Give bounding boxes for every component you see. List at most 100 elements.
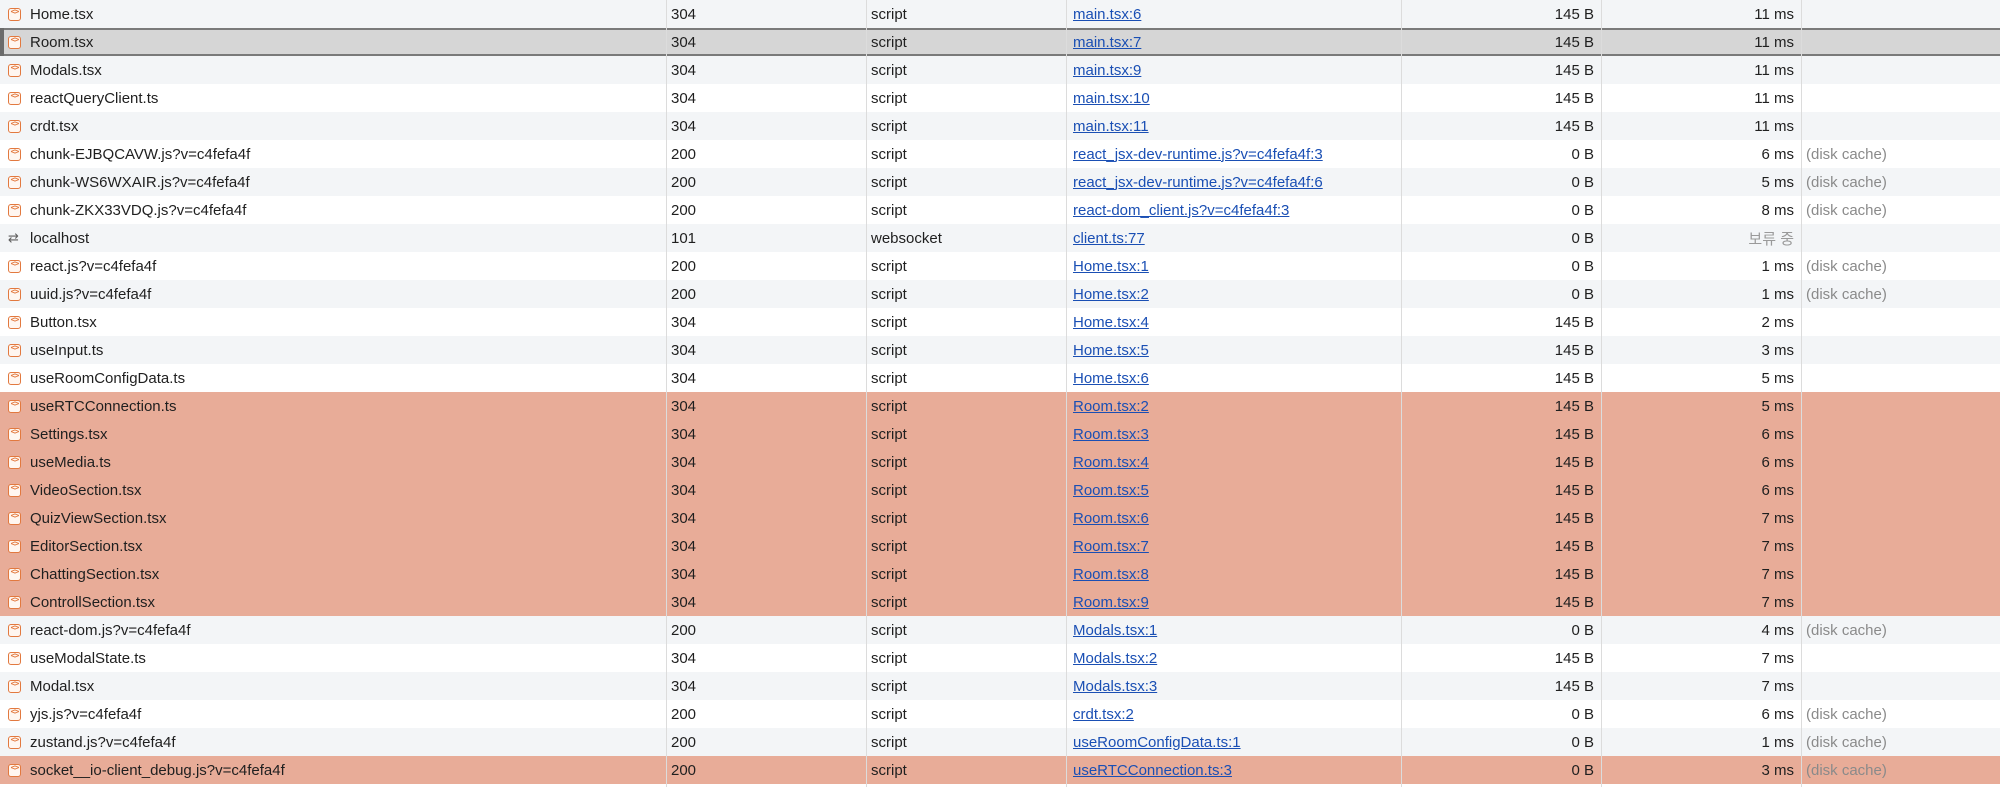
name-cell[interactable]: ChattingSection.tsx <box>0 560 665 588</box>
type-cell: script <box>867 168 1065 196</box>
request-row[interactable]: chunk-ZKX33VDQ.js?v=c4fefa4f 200 script … <box>0 196 2000 224</box>
name-cell[interactable]: QuizViewSection.tsx <box>0 504 665 532</box>
request-row[interactable]: Home.tsx 304 script main.tsx:6 145 B 11 … <box>0 0 2000 28</box>
request-row[interactable]: crdt.tsx 304 script main.tsx:11 145 B 11… <box>0 112 2000 140</box>
cache-cell <box>1802 448 2000 476</box>
name-cell[interactable]: Settings.tsx <box>0 420 665 448</box>
request-row[interactable]: chunk-EJBQCAVW.js?v=c4fefa4f 200 script … <box>0 140 2000 168</box>
column-divider[interactable] <box>866 0 867 787</box>
request-row[interactable]: uuid.js?v=c4fefa4f 200 script Home.tsx:2… <box>0 280 2000 308</box>
request-row[interactable]: chunk-WS6WXAIR.js?v=c4fefa4f 200 script … <box>0 168 2000 196</box>
name-cell[interactable]: EditorSection.tsx <box>0 532 665 560</box>
name-cell[interactable]: Modal.tsx <box>0 672 665 700</box>
initiator-link[interactable]: Room.tsx:6 <box>1073 510 1149 527</box>
initiator-link[interactable]: Home.tsx:5 <box>1073 342 1149 359</box>
transfer-size: 145 B <box>1554 649 1594 667</box>
initiator-link[interactable]: react_jsx-dev-runtime.js?v=c4fefa4f:6 <box>1073 174 1323 191</box>
name-cell[interactable]: react-dom.js?v=c4fefa4f <box>0 616 665 644</box>
request-row[interactable]: useInput.ts 304 script Home.tsx:5 145 B … <box>0 336 2000 364</box>
request-row[interactable]: useRoomConfigData.ts 304 script Home.tsx… <box>0 364 2000 392</box>
name-cell[interactable]: useInput.ts <box>0 336 665 364</box>
time-cell: 6 ms <box>1602 476 1800 504</box>
name-cell[interactable]: socket__io-client_debug.js?v=c4fefa4f <box>0 756 665 784</box>
name-cell[interactable]: chunk-WS6WXAIR.js?v=c4fefa4f <box>0 168 665 196</box>
request-row[interactable]: ⇄ localhost 101 websocket client.ts:77 0… <box>0 224 2000 252</box>
name-cell[interactable]: Home.tsx <box>0 0 665 28</box>
request-row[interactable]: Modal.tsx 304 script Modals.tsx:3 145 B … <box>0 672 2000 700</box>
initiator-link[interactable]: Room.tsx:9 <box>1073 594 1149 611</box>
name-cell[interactable]: chunk-ZKX33VDQ.js?v=c4fefa4f <box>0 196 665 224</box>
initiator-link[interactable]: Home.tsx:2 <box>1073 286 1149 303</box>
request-row[interactable]: reactQueryClient.ts 304 script main.tsx:… <box>0 84 2000 112</box>
column-divider[interactable] <box>1801 0 1802 787</box>
script-icon <box>8 175 21 189</box>
name-cell[interactable]: Modals.tsx <box>0 56 665 84</box>
request-row[interactable]: Settings.tsx 304 script Room.tsx:3 145 B… <box>0 420 2000 448</box>
initiator-link[interactable]: main.tsx:11 <box>1073 118 1149 135</box>
request-row[interactable]: Button.tsx 304 script Home.tsx:4 145 B 2… <box>0 308 2000 336</box>
request-row[interactable]: yjs.js?v=c4fefa4f 200 script crdt.tsx:2 … <box>0 700 2000 728</box>
initiator-link[interactable]: Home.tsx:6 <box>1073 370 1149 387</box>
request-row[interactable]: socket__io-client_debug.js?v=c4fefa4f 20… <box>0 756 2000 784</box>
column-divider[interactable] <box>1066 0 1067 787</box>
request-row[interactable]: useMedia.ts 304 script Room.tsx:4 145 B … <box>0 448 2000 476</box>
initiator-link[interactable]: main.tsx:7 <box>1073 34 1141 51</box>
initiator-link[interactable]: react_jsx-dev-runtime.js?v=c4fefa4f:3 <box>1073 146 1323 163</box>
name-cell[interactable]: ControllSection.tsx <box>0 588 665 616</box>
name-cell[interactable]: useModalState.ts <box>0 644 665 672</box>
initiator-link[interactable]: useRoomConfigData.ts:1 <box>1073 734 1241 751</box>
name-cell[interactable]: zustand.js?v=c4fefa4f <box>0 728 665 756</box>
name-cell[interactable]: crdt.tsx <box>0 112 665 140</box>
initiator-link[interactable]: Room.tsx:5 <box>1073 482 1149 499</box>
name-cell[interactable]: ⇄ localhost <box>0 224 665 252</box>
request-row[interactable]: useRTCConnection.ts 304 script Room.tsx:… <box>0 392 2000 420</box>
initiator-link[interactable]: main.tsx:10 <box>1073 90 1150 107</box>
request-row[interactable]: QuizViewSection.tsx 304 script Room.tsx:… <box>0 504 2000 532</box>
request-row[interactable]: useModalState.ts 304 script Modals.tsx:2… <box>0 644 2000 672</box>
initiator-link[interactable]: crdt.tsx:2 <box>1073 706 1134 723</box>
request-row[interactable]: zustand.js?v=c4fefa4f 200 script useRoom… <box>0 728 2000 756</box>
column-divider[interactable] <box>1401 0 1402 787</box>
initiator-link[interactable]: react-dom_client.js?v=c4fefa4f:3 <box>1073 202 1289 219</box>
name-cell[interactable]: react.js?v=c4fefa4f <box>0 252 665 280</box>
size-cell: 0 B <box>1402 196 1600 224</box>
request-row[interactable]: VideoSection.tsx 304 script Room.tsx:5 1… <box>0 476 2000 504</box>
initiator-link[interactable]: main.tsx:9 <box>1073 62 1141 79</box>
initiator-link[interactable]: Home.tsx:1 <box>1073 258 1149 275</box>
script-icon <box>8 35 21 49</box>
initiator-link[interactable]: Home.tsx:4 <box>1073 314 1149 331</box>
name-cell[interactable]: reactQueryClient.ts <box>0 84 665 112</box>
initiator-link[interactable]: Room.tsx:7 <box>1073 538 1149 555</box>
name-cell[interactable]: useRTCConnection.ts <box>0 392 665 420</box>
initiator-link[interactable]: Room.tsx:3 <box>1073 426 1149 443</box>
request-row[interactable]: Modals.tsx 304 script main.tsx:9 145 B 1… <box>0 56 2000 84</box>
name-cell[interactable]: useRoomConfigData.ts <box>0 364 665 392</box>
name-cell[interactable]: uuid.js?v=c4fefa4f <box>0 280 665 308</box>
initiator-link[interactable]: Modals.tsx:3 <box>1073 678 1157 695</box>
request-row[interactable]: react-dom.js?v=c4fefa4f 200 script Modal… <box>0 616 2000 644</box>
cache-cell <box>1802 672 2000 700</box>
initiator-link[interactable]: Room.tsx:8 <box>1073 566 1149 583</box>
column-divider[interactable] <box>666 0 667 787</box>
request-row[interactable]: EditorSection.tsx 304 script Room.tsx:7 … <box>0 532 2000 560</box>
name-cell[interactable]: yjs.js?v=c4fefa4f <box>0 700 665 728</box>
request-row[interactable]: ChattingSection.tsx 304 script Room.tsx:… <box>0 560 2000 588</box>
transfer-size: 0 B <box>1571 285 1594 303</box>
name-cell[interactable]: useMedia.ts <box>0 448 665 476</box>
initiator-link[interactable]: Modals.tsx:1 <box>1073 622 1157 639</box>
initiator-link[interactable]: client.ts:77 <box>1073 230 1145 247</box>
name-cell[interactable]: Room.tsx <box>0 30 665 54</box>
initiator-link[interactable]: Modals.tsx:2 <box>1073 650 1157 667</box>
request-row[interactable]: react.js?v=c4fefa4f 200 script Home.tsx:… <box>0 252 2000 280</box>
name-cell[interactable]: chunk-EJBQCAVW.js?v=c4fefa4f <box>0 140 665 168</box>
initiator-link[interactable]: useRTCConnection.ts:3 <box>1073 762 1232 779</box>
initiator-link[interactable]: Room.tsx:4 <box>1073 454 1149 471</box>
column-divider[interactable] <box>1601 0 1602 787</box>
request-row[interactable]: ControllSection.tsx 304 script Room.tsx:… <box>0 588 2000 616</box>
name-cell[interactable]: VideoSection.tsx <box>0 476 665 504</box>
name-cell[interactable]: Button.tsx <box>0 308 665 336</box>
initiator-link[interactable]: Room.tsx:2 <box>1073 398 1149 415</box>
request-row[interactable]: Room.tsx 304 script main.tsx:7 145 B 11 … <box>0 28 2000 56</box>
initiator-link[interactable]: main.tsx:6 <box>1073 6 1141 23</box>
script-icon <box>8 287 21 301</box>
